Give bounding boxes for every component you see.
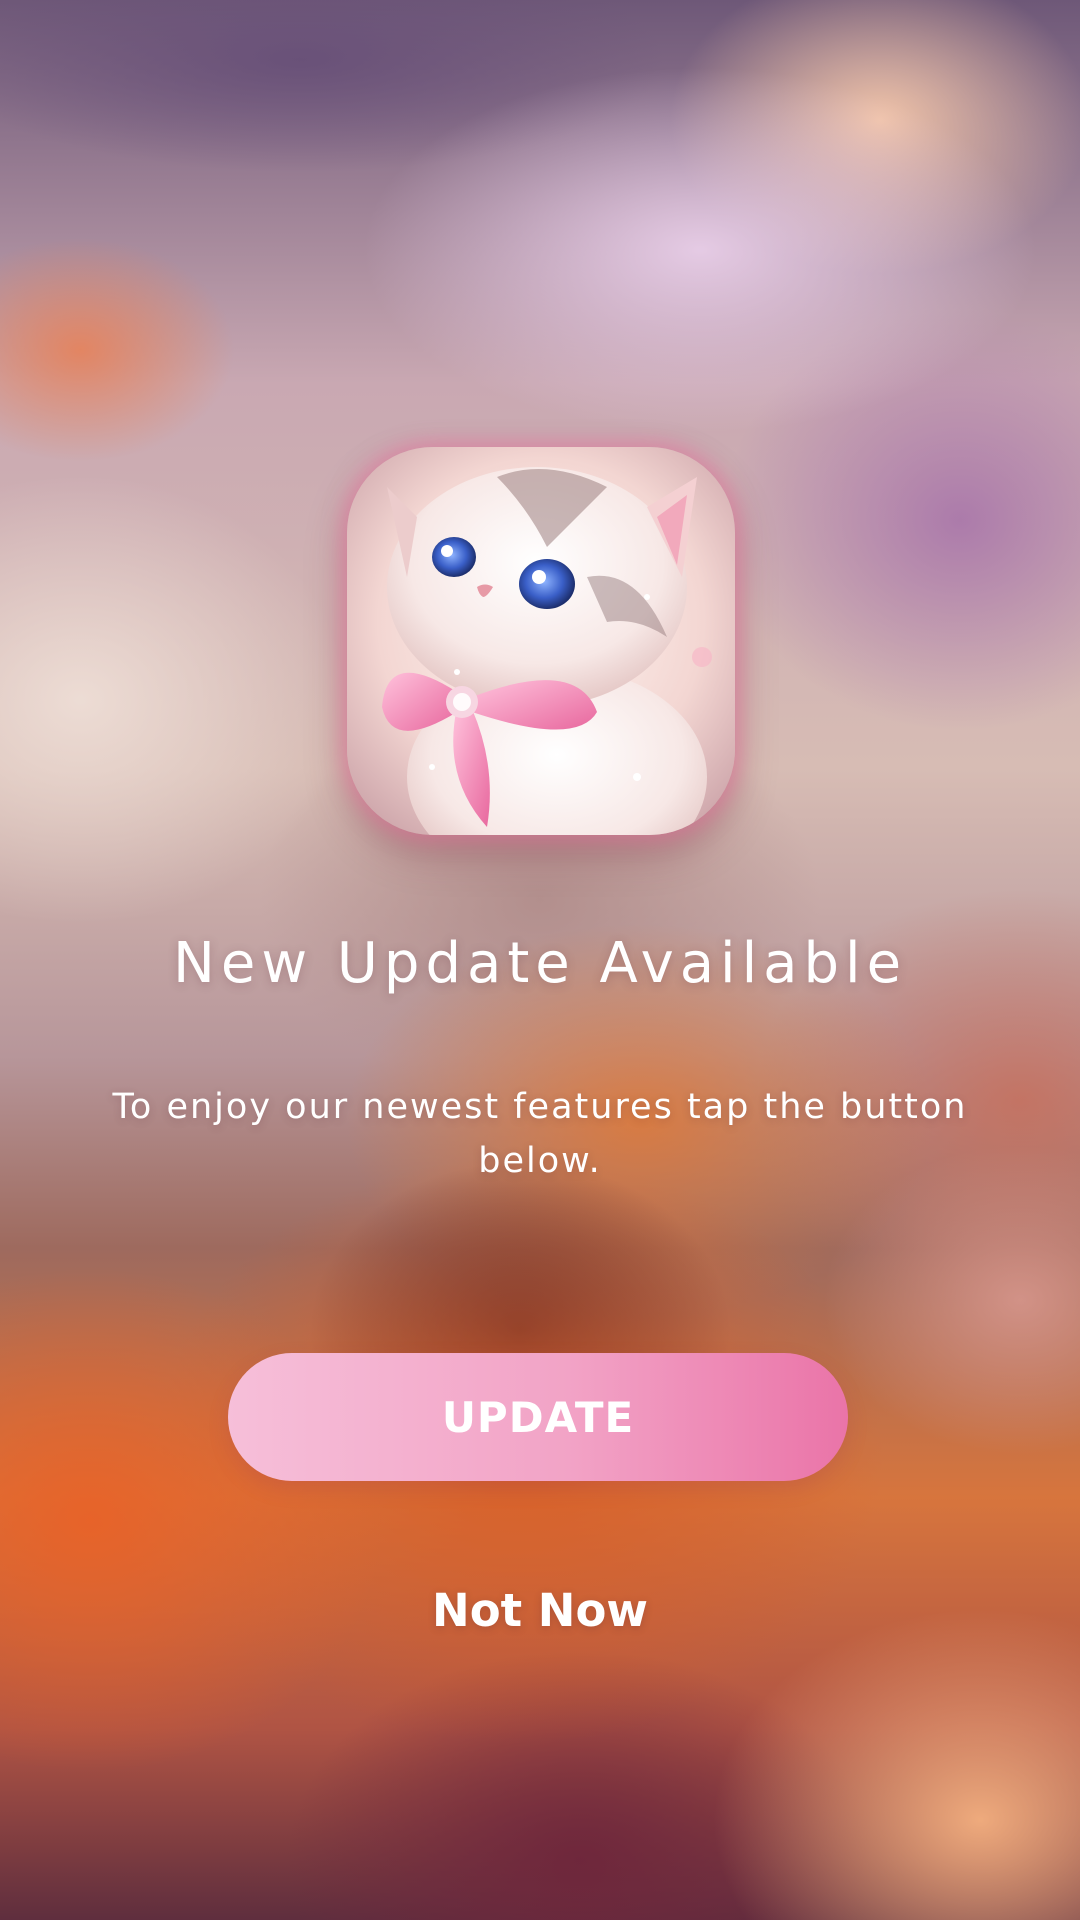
update-dialog: New Update Available To enjoy our newest… <box>0 0 1080 1920</box>
not-now-button[interactable]: Not Now <box>390 1575 690 1645</box>
update-title: New Update Available <box>172 931 908 996</box>
kitten-app-icon <box>347 447 735 835</box>
update-message: To enjoy our newest features tap the but… <box>112 1087 968 1181</box>
update-button[interactable]: UPDATE <box>228 1353 848 1481</box>
